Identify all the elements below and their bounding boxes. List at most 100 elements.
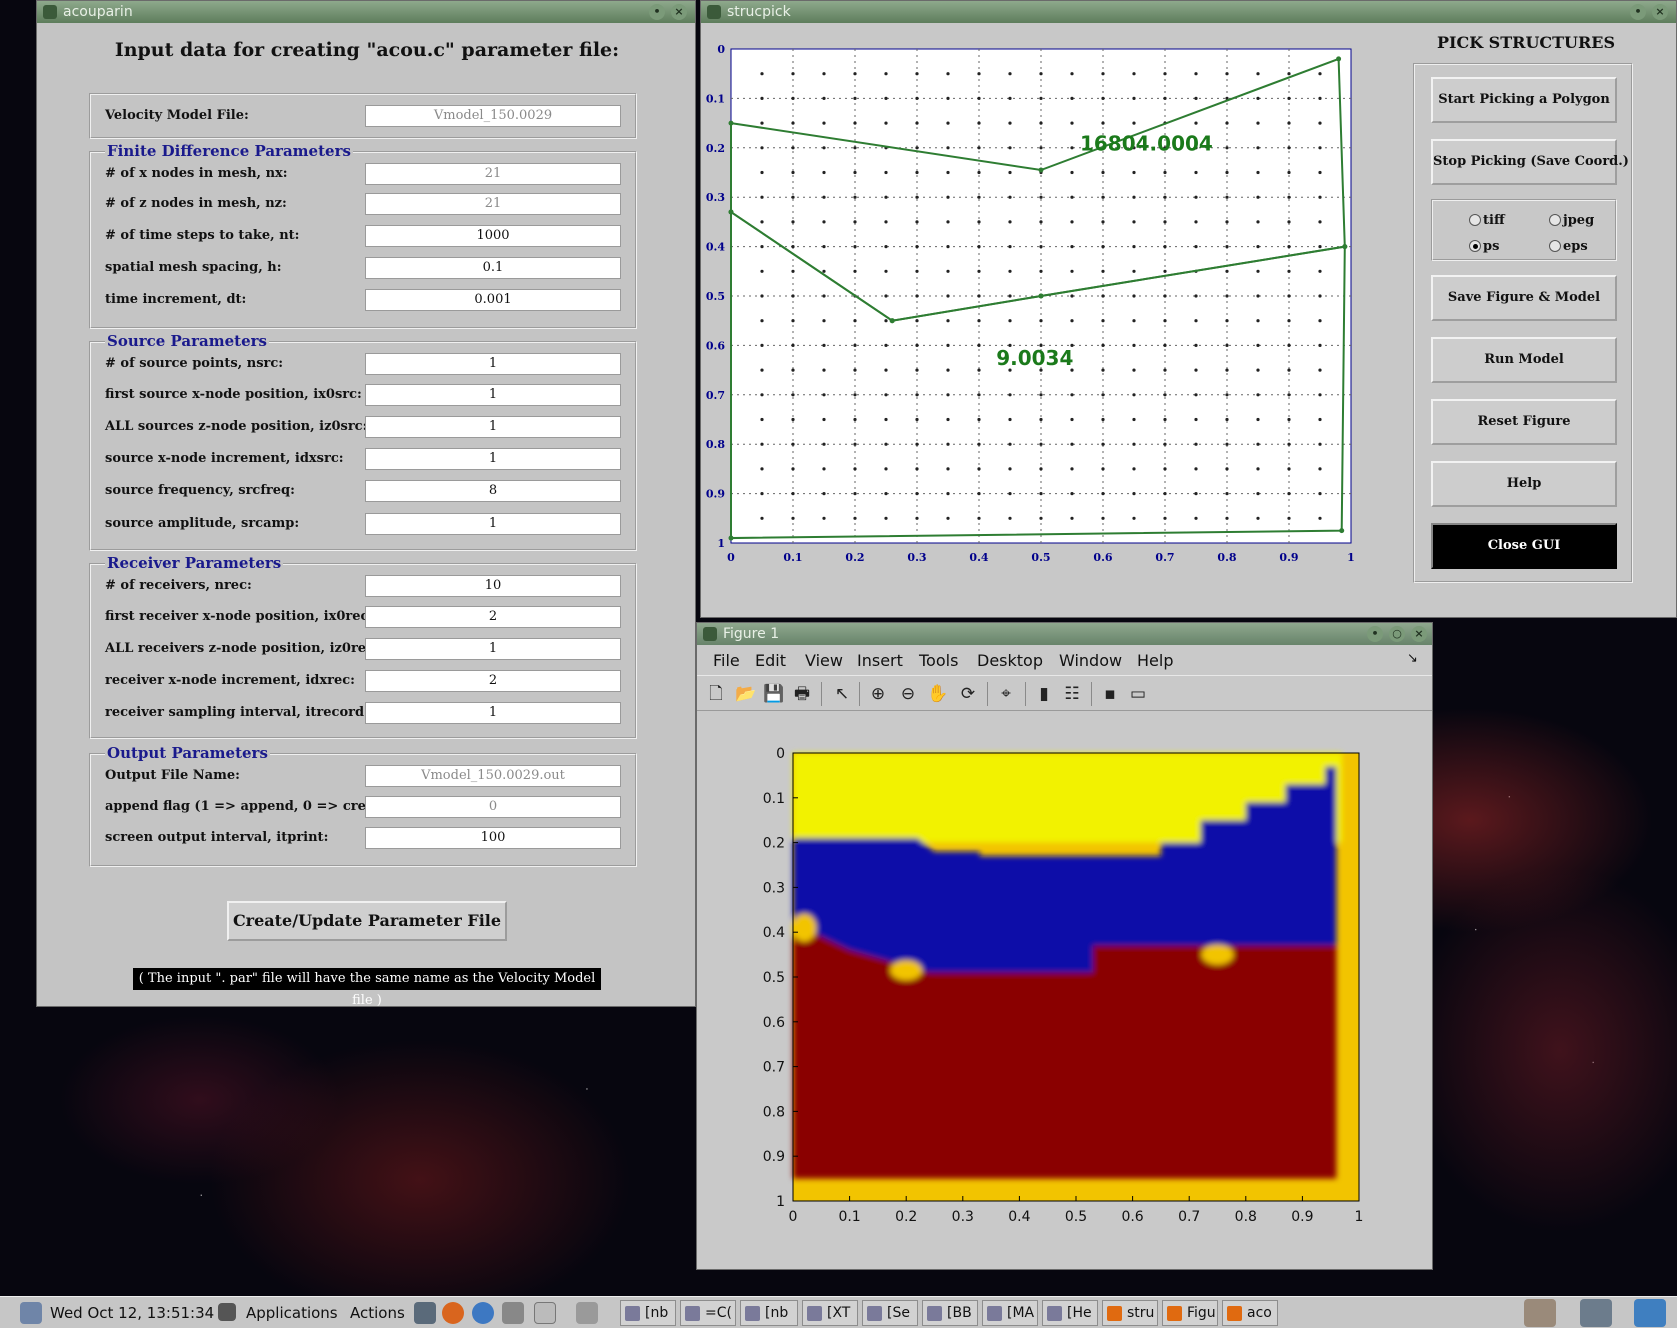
stop-picking-button[interactable]: Stop Picking (Save Coord.) xyxy=(1431,139,1629,185)
data-cursor-icon[interactable]: ⌖ xyxy=(995,683,1017,705)
create-parameter-file-button[interactable]: Create/Update Parameter File xyxy=(227,901,507,941)
gnome-foot-icon[interactable] xyxy=(218,1303,236,1321)
idxsrc-field[interactable]: 1 xyxy=(365,448,621,470)
nrec-field[interactable]: 10 xyxy=(365,575,621,597)
close-gui-button[interactable]: Close GUI xyxy=(1431,523,1617,569)
calculator-launcher-icon[interactable] xyxy=(502,1302,524,1324)
help-button[interactable]: Help xyxy=(1431,461,1617,507)
ix0rec-field[interactable]: 2 xyxy=(365,606,621,628)
firefox-launcher-icon[interactable] xyxy=(442,1302,464,1324)
system-menu-icon[interactable] xyxy=(20,1302,42,1324)
run-model-button[interactable]: Run Model xyxy=(1431,337,1617,383)
menu-tools[interactable]: Tools xyxy=(919,651,958,670)
menu-view[interactable]: View xyxy=(805,651,843,670)
maximize-icon[interactable]: ○ xyxy=(1389,626,1405,642)
format-tiff-radio[interactable]: tiff xyxy=(1469,213,1505,228)
format-ps-radio[interactable]: ps xyxy=(1469,239,1499,254)
param-row: receiver x-node increment, idxrec: 2 xyxy=(105,670,625,694)
format-eps-radio[interactable]: eps xyxy=(1549,239,1588,254)
print-icon[interactable]: 🖶 xyxy=(791,683,813,705)
actions-menu[interactable]: Actions xyxy=(350,1304,405,1322)
mesh-node-dot xyxy=(1039,121,1043,125)
nt-field[interactable]: 1000 xyxy=(365,225,621,247)
menu-file[interactable]: File xyxy=(713,651,740,670)
rotate-icon[interactable]: ⟳ xyxy=(957,683,979,705)
task-button[interactable]: [nb xyxy=(620,1300,676,1326)
task-button[interactable]: aco xyxy=(1222,1300,1278,1326)
close-icon[interactable]: × xyxy=(671,4,687,20)
srcamp-field[interactable]: 1 xyxy=(365,513,621,535)
start-picking-button[interactable]: Start Picking a Polygon xyxy=(1431,77,1617,123)
ix0src-field[interactable]: 1 xyxy=(365,384,621,406)
pointer-icon[interactable]: ↖ xyxy=(831,683,853,705)
format-jpeg-radio[interactable]: jpeg xyxy=(1549,213,1594,228)
hide-tools-icon[interactable]: ▪ xyxy=(1099,683,1121,705)
nx-field[interactable]: 21 xyxy=(365,163,621,185)
param-row: # of source points, nsrc: 1 xyxy=(105,353,625,377)
dt-field[interactable]: 0.001 xyxy=(365,289,621,311)
srcfreq-field[interactable]: 8 xyxy=(365,480,621,502)
task-button[interactable]: [XT xyxy=(802,1300,858,1326)
zoom-in-icon[interactable]: ⊕ xyxy=(867,683,889,705)
zoom-out-icon[interactable]: ⊖ xyxy=(897,683,919,705)
velocity-model-heatmap[interactable]: 0 0.1 0.2 0.3 0.4 0.5 0.6 0.7 0.8 0.9 100.10.20.30… xyxy=(697,711,1432,1269)
trash-icon[interactable] xyxy=(1634,1299,1666,1327)
clock[interactable]: Wed Oct 12, 13:51:34 xyxy=(50,1304,214,1322)
task-button[interactable]: [He xyxy=(1042,1300,1098,1326)
colorbar-icon[interactable]: ▮ xyxy=(1033,683,1055,705)
menu-help[interactable]: Help xyxy=(1137,651,1173,670)
iz0rec-field[interactable]: 1 xyxy=(365,638,621,660)
acouparin-titlebar[interactable]: acouparin • × xyxy=(37,1,695,23)
window-menu-icon[interactable] xyxy=(707,5,721,19)
show-tools-icon[interactable]: ▭ xyxy=(1127,683,1149,705)
close-icon[interactable]: × xyxy=(1652,4,1668,20)
iz0src-field[interactable]: 1 xyxy=(365,416,621,438)
pick-structures-title: PICK STRUCTURES xyxy=(1436,33,1616,52)
menu-insert[interactable]: Insert xyxy=(857,651,903,670)
menu-edit[interactable]: Edit xyxy=(755,651,786,670)
task-button[interactable]: Figu xyxy=(1162,1300,1218,1326)
task-button[interactable]: stru xyxy=(1102,1300,1158,1326)
terminal-launcher-icon[interactable] xyxy=(414,1302,436,1324)
window-menu-icon[interactable] xyxy=(703,627,717,641)
task-button[interactable]: [Se xyxy=(862,1300,918,1326)
save-figure-model-button[interactable]: Save Figure & Model xyxy=(1431,275,1617,321)
new-file-icon[interactable]: 🗋 xyxy=(705,683,727,705)
minimize-icon[interactable]: • xyxy=(1367,626,1383,642)
strucpick-titlebar[interactable]: strucpick • × xyxy=(701,1,1676,23)
output-file-field[interactable]: Vmodel_150.0029.out xyxy=(365,765,621,787)
h-field[interactable]: 0.1 xyxy=(365,257,621,279)
menu-desktop[interactable]: Desktop xyxy=(977,651,1043,670)
mail-launcher-icon[interactable] xyxy=(472,1302,494,1324)
velocity-model-field[interactable]: Vmodel_150.0029 xyxy=(365,105,621,127)
figure1-titlebar[interactable]: Figure 1 • ○ × xyxy=(697,623,1432,645)
open-folder-icon[interactable]: 📂 xyxy=(735,683,757,705)
itprint-field[interactable]: 100 xyxy=(365,827,621,849)
mesh-node-dot xyxy=(1101,96,1105,100)
minimize-icon[interactable]: • xyxy=(1630,4,1646,20)
computer-icon[interactable] xyxy=(1580,1299,1612,1327)
task-button[interactable]: =C( xyxy=(680,1300,736,1326)
task-button[interactable]: [BB xyxy=(922,1300,978,1326)
legend-icon[interactable]: ☷ xyxy=(1061,683,1083,705)
itrecord-field[interactable]: 1 xyxy=(365,702,621,724)
applications-menu[interactable]: Applications xyxy=(246,1304,338,1322)
task-button[interactable]: [MA xyxy=(982,1300,1038,1326)
reset-figure-button[interactable]: Reset Figure xyxy=(1431,399,1617,445)
pan-hand-icon[interactable]: ✋ xyxy=(927,683,949,705)
structure-pick-plot[interactable]: 0 0.1 0.2 0.3 0.4 0.5 0.6 0.7 0.8 0.9 100.10.20.30… xyxy=(701,23,1401,619)
save-icon[interactable]: 💾 xyxy=(763,683,785,705)
dock-arrow-icon[interactable]: ↘ xyxy=(1407,651,1418,666)
nz-field[interactable]: 21 xyxy=(365,193,621,215)
nsrc-field[interactable]: 1 xyxy=(365,353,621,375)
search-launcher-icon[interactable] xyxy=(534,1302,556,1324)
printer-launcher-icon[interactable] xyxy=(576,1302,598,1324)
idxrec-field[interactable]: 2 xyxy=(365,670,621,692)
menu-window[interactable]: Window xyxy=(1059,651,1122,670)
window-menu-icon[interactable] xyxy=(43,5,57,19)
append-flag-field[interactable]: 0 xyxy=(365,796,621,818)
minimize-icon[interactable]: • xyxy=(649,4,665,20)
close-icon[interactable]: × xyxy=(1411,626,1427,642)
home-icon[interactable] xyxy=(1524,1299,1556,1327)
task-button[interactable]: [nb xyxy=(740,1300,798,1326)
